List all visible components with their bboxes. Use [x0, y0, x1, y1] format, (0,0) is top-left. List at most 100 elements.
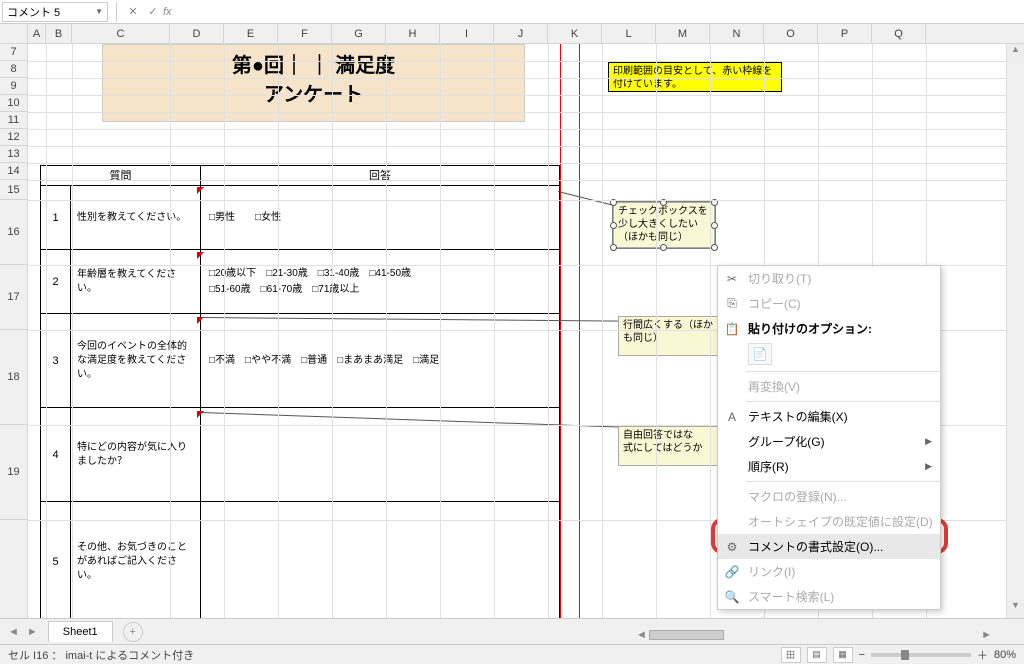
question-cell: 特にどの内容が気に入りましたか？ [71, 408, 201, 501]
row-header[interactable]: 7 [0, 44, 28, 61]
col-header[interactable]: K [548, 24, 602, 43]
ctx-edit-text[interactable]: Aテキストの編集(X) [718, 404, 940, 429]
ctx-order[interactable]: 順序(R)▶ [718, 454, 940, 479]
col-header[interactable]: O [764, 24, 818, 43]
format-icon: ⚙ [724, 539, 740, 555]
row-header[interactable]: 19 [0, 425, 28, 520]
row-header[interactable]: 8 [0, 61, 28, 78]
name-box[interactable]: コメント 5 ▼ [2, 2, 108, 22]
header-answer: 回答 [201, 166, 559, 185]
col-header[interactable]: N [710, 24, 764, 43]
col-header[interactable]: D [170, 24, 224, 43]
col-header[interactable]: G [332, 24, 386, 43]
cancel-icon[interactable]: ✕ [123, 2, 143, 22]
zoom-out-button[interactable]: − [859, 649, 865, 661]
comment-indicator-icon[interactable] [197, 317, 204, 324]
col-header[interactable]: M [656, 24, 710, 43]
col-header[interactable]: H [386, 24, 440, 43]
col-header[interactable]: J [494, 24, 548, 43]
comment-box-2[interactable]: 行間広くする（ほかも同じ） [618, 316, 718, 356]
col-header[interactable]: E [224, 24, 278, 43]
cut-icon: ✂ [724, 271, 740, 287]
sheet-tab-bar: ◄► Sheet1 + ◄ ► [0, 618, 1024, 644]
chevron-right-icon: ▶ [925, 461, 932, 472]
sheet-tab[interactable]: Sheet1 [48, 621, 113, 642]
link-icon: 🔗 [724, 564, 740, 580]
paste-icon: 📋 [724, 321, 740, 337]
zoom-in-button[interactable]: ＋ [977, 647, 988, 663]
col-header[interactable]: Q [872, 24, 926, 43]
row-header[interactable]: 17 [0, 265, 28, 330]
comment-text: チェックボックスを少し大きくしたい（ほかも同じ） [618, 206, 708, 243]
tab-nav[interactable]: ◄► [8, 626, 38, 638]
view-layout-icon[interactable]: ▤ [807, 647, 827, 663]
col-header[interactable]: F [278, 24, 332, 43]
view-normal-icon[interactable]: 田 [781, 647, 801, 663]
ctx-macro: マクロの登録(N)... [718, 484, 940, 509]
row-header[interactable]: 9 [0, 78, 28, 95]
row-header[interactable]: 12 [0, 129, 28, 146]
scroll-left-icon[interactable]: ◄ [636, 629, 647, 641]
table-header: 質問 回答 [41, 166, 559, 186]
view-pagebreak-icon[interactable]: ▦ [833, 647, 853, 663]
header-question: 質問 [41, 166, 201, 185]
col-header[interactable]: P [818, 24, 872, 43]
paste-option-icon: 📄 [748, 343, 772, 365]
col-header[interactable]: A [28, 24, 46, 43]
title-line-1: 第●回｜ ｜ 満足度 [103, 49, 524, 78]
comment-indicator-icon[interactable] [197, 252, 204, 259]
ctx-comment-format[interactable]: ⚙コメントの書式設定(O)... [718, 534, 940, 559]
chevron-left-icon[interactable]: ◄ [8, 626, 19, 638]
row-header[interactable]: 18 [0, 330, 28, 425]
row-header[interactable]: 15 [0, 180, 28, 200]
row-header[interactable]: 11 [0, 112, 28, 129]
answer-cell: □20歳以下 □21-30歳 □31-40歳 □41-50歳 □51-60歳 □… [201, 250, 559, 313]
row-header[interactable]: 13 [0, 146, 28, 163]
vertical-scrollbar[interactable]: ▲ ▼ [1006, 44, 1024, 618]
title-line-2: アンケート [103, 78, 524, 107]
ctx-paste-options[interactable]: 📋貼り付けのオプション: [718, 316, 940, 341]
check-icon[interactable]: ✓ [143, 2, 163, 22]
name-box-value: コメント 5 [7, 4, 60, 20]
context-menu: ✂切り取り(T) ⎘コピー(C) 📋貼り付けのオプション: 📄 再変換(V) A… [717, 265, 941, 610]
row-header[interactable]: 14 [0, 163, 28, 180]
ctx-autoshape-default: オートシェイプの既定値に設定(D) [718, 509, 940, 534]
paste-option-icons: 📄 [718, 341, 940, 369]
scroll-right-icon[interactable]: ► [981, 629, 992, 641]
ctx-group[interactable]: グループ化(G)▶ [718, 429, 940, 454]
table-row: 3今回のイベントの全体的な満足度を教えてください。□不満 □やや不満 □普通 □… [41, 314, 559, 408]
print-guide-line [579, 44, 580, 618]
zoom-level[interactable]: 80% [994, 649, 1016, 661]
zoom-slider[interactable] [871, 653, 971, 657]
ctx-reconvert: 再変換(V) [718, 374, 940, 399]
comment-box-3[interactable]: 自由回答ではな 式にしてはどうか [618, 426, 718, 466]
row-header[interactable]: 10 [0, 95, 28, 112]
add-sheet-button[interactable]: + [123, 622, 143, 642]
survey-table: 質問 回答 1性別を教えてください。□男性 □女性2年齢層を教えてください。□2… [40, 165, 560, 618]
col-header[interactable]: C [72, 24, 170, 43]
col-header[interactable]: I [440, 24, 494, 43]
chevron-right-icon[interactable]: ► [27, 626, 38, 638]
table-row: 2年齢層を教えてください。□20歳以下 □21-30歳 □31-40歳 □41-… [41, 250, 559, 314]
question-cell: 今回のイベントの全体的な満足度を教えてください。 [71, 314, 201, 407]
ctx-copy: ⎘コピー(C) [718, 291, 940, 316]
print-guide-line [560, 44, 561, 618]
chevron-down-icon[interactable]: ▼ [95, 7, 103, 16]
fx-icon[interactable]: fx [163, 6, 172, 18]
survey-title: 第●回｜ ｜ 満足度 アンケート [102, 44, 525, 122]
formula-bar: コメント 5 ▼ ✕ ✓ fx [0, 0, 1024, 24]
col-header[interactable]: B [46, 24, 72, 43]
question-cell: 性別を教えてください。 [71, 186, 201, 249]
comment-indicator-icon[interactable] [197, 187, 204, 194]
comment-box-1[interactable]: チェックボックスを少し大きくしたい（ほかも同じ） [613, 202, 715, 248]
horizontal-scrollbar[interactable]: ◄ ► [634, 628, 994, 642]
search-icon: 🔍 [724, 589, 740, 605]
scroll-down-icon[interactable]: ▼ [1007, 600, 1024, 618]
table-row: 1性別を教えてください。□男性 □女性 [41, 186, 559, 250]
answer-cell: □不満 □やや不満 □普通 □まあまあ満足 □満足 [201, 314, 559, 407]
select-all-corner[interactable] [0, 24, 28, 44]
col-header[interactable]: L [602, 24, 656, 43]
row-header[interactable]: 16 [0, 200, 28, 265]
scroll-up-icon[interactable]: ▲ [1007, 44, 1024, 62]
ctx-smart-lookup: 🔍スマート検索(L) [718, 584, 940, 609]
